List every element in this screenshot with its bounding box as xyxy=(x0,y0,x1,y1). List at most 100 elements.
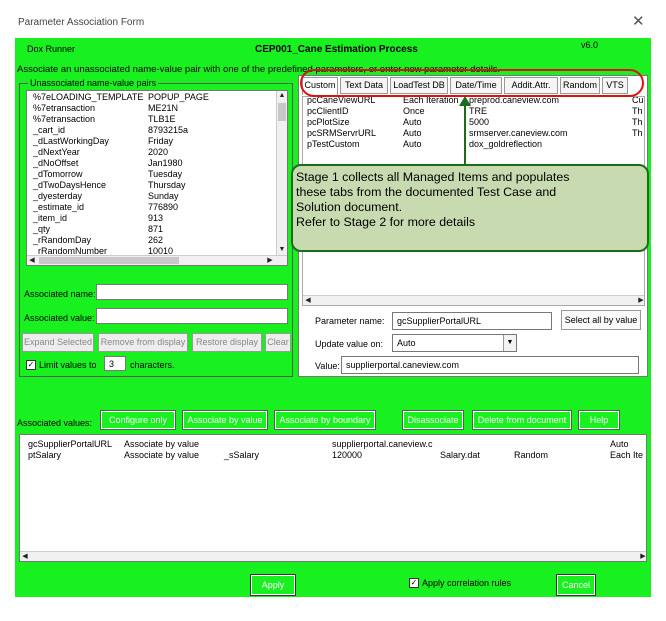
parameter-row-cell[interactable]: Auto xyxy=(403,117,422,127)
parameter-row-cell[interactable]: Th xyxy=(632,106,643,116)
scroll-left-icon[interactable]: ◀ xyxy=(20,552,30,561)
scroll-right-icon[interactable]: ▶ xyxy=(638,552,646,561)
associated-row-cell[interactable]: Each Ite xyxy=(610,450,643,460)
associated-hscroll[interactable]: ◀ ▶ xyxy=(20,551,646,561)
scroll-left-icon[interactable]: ◀ xyxy=(303,296,313,305)
restore-display-button[interactable]: Restore display xyxy=(192,333,262,352)
cancel-button[interactable]: Cancel xyxy=(556,574,596,596)
scroll-right-icon[interactable]: ▶ xyxy=(636,296,644,305)
unassociated-row-value[interactable]: 2020 xyxy=(148,147,168,157)
unassociated-row-name[interactable]: _cart_id xyxy=(33,125,65,135)
unassociated-row-name[interactable]: _rRandomDay xyxy=(33,235,91,245)
unassociated-row-value[interactable]: Sunday xyxy=(148,191,179,201)
unassociated-row-value[interactable]: POPUP_PAGE xyxy=(148,92,209,102)
chevron-down-icon[interactable]: ▼ xyxy=(503,335,516,351)
callout-line: Refer to Stage 2 for more details xyxy=(296,215,476,229)
parameter-row-cell[interactable]: Once xyxy=(403,106,425,116)
unassociated-row-name[interactable]: %7etransaction xyxy=(33,114,95,124)
unassociated-row-name[interactable]: _dTomorrow xyxy=(33,169,83,179)
scroll-thumb[interactable] xyxy=(39,257,179,264)
parameter-row-cell[interactable]: Each Iteration xyxy=(403,97,459,105)
associated-row-cell[interactable]: ptSalary xyxy=(28,450,61,460)
unassociated-row-name[interactable]: _dLastWorkingDay xyxy=(33,136,109,146)
unassociated-row-name[interactable]: _dNoOffset xyxy=(33,158,78,168)
associate-by-value-button[interactable]: Associate by value xyxy=(182,410,268,430)
associated-name-input[interactable] xyxy=(96,284,288,300)
app-name: Dox Runner xyxy=(27,44,76,54)
scroll-up-icon[interactable]: ▲ xyxy=(277,91,287,101)
correlation-rules-checkbox[interactable]: ✓ xyxy=(409,578,419,588)
clear-button[interactable]: Clear xyxy=(265,333,291,352)
associated-value-input[interactable] xyxy=(96,308,288,324)
parameter-row-cell[interactable]: Th xyxy=(632,128,643,138)
associated-row-cell[interactable]: Auto xyxy=(610,439,629,449)
associated-row-cell[interactable]: gcSupplierPortalURL xyxy=(28,439,112,449)
unassociated-row-value[interactable]: Jan1980 xyxy=(148,158,183,168)
unassociated-vscroll[interactable]: ▲ ▼ xyxy=(276,91,287,255)
unassociated-row-value[interactable]: ME21N xyxy=(148,103,178,113)
parameter-row-cell[interactable]: Auto xyxy=(403,128,422,138)
parameter-row-cell[interactable]: pcClientID xyxy=(307,106,349,116)
unassociated-row-value[interactable]: 262 xyxy=(148,235,163,245)
associated-row-cell[interactable]: supplierportal.caneview.c xyxy=(332,439,433,449)
limit-values-checkbox[interactable]: ✓ xyxy=(26,360,36,370)
apply-button[interactable]: Apply xyxy=(250,574,296,596)
parameter-row-cell[interactable]: pcPlotSize xyxy=(307,117,350,127)
callout-line: Solution document. xyxy=(296,200,403,214)
expand-selected-button[interactable]: Expand Selected xyxy=(22,333,94,352)
parameter-row-cell[interactable]: pcCaneViewURL xyxy=(307,97,375,105)
unassociated-row-value[interactable]: 776890 xyxy=(148,202,178,212)
scroll-thumb[interactable] xyxy=(278,103,286,121)
unassociated-row-value[interactable]: Tuesday xyxy=(148,169,182,179)
unassociated-row-value[interactable]: Thursday xyxy=(148,180,186,190)
limit-values-input[interactable]: 3 xyxy=(104,356,126,371)
disassociate-button[interactable]: Disassociate xyxy=(402,410,464,430)
associated-row-cell[interactable]: Associate by value xyxy=(124,439,199,449)
unassociated-row-name[interactable]: _dNextYear xyxy=(33,147,80,157)
parameter-row-cell[interactable]: Th xyxy=(632,117,643,127)
unassociated-row-value[interactable]: TLB1E xyxy=(148,114,176,124)
remove-from-display-button[interactable]: Remove from display xyxy=(98,333,188,352)
parameter-row-cell[interactable]: Auto xyxy=(403,139,422,149)
unassociated-row-name[interactable]: _dTwoDaysHence xyxy=(33,180,106,190)
delete-from-document-button[interactable]: Delete from document xyxy=(472,410,572,430)
associate-by-boundary-button[interactable]: Associate by boundary xyxy=(274,410,376,430)
parameter-row-cell[interactable]: Cu xyxy=(632,97,644,105)
unassociated-row-name[interactable]: _item_id xyxy=(33,213,67,223)
unassociated-hscroll[interactable]: ◀ ▶ xyxy=(27,255,287,265)
unassociated-row-name[interactable]: _qty xyxy=(33,224,50,234)
unassociated-row-name[interactable]: _dyesterday xyxy=(33,191,82,201)
associated-row-cell[interactable]: _sSalary xyxy=(224,450,259,460)
associated-listbox[interactable]: gcSupplierPortalURL Associate by value sup… xyxy=(19,434,647,562)
parameter-row-cell[interactable]: pcSRMServrURL xyxy=(307,128,376,138)
scroll-left-icon[interactable]: ◀ xyxy=(27,256,37,265)
configure-only-button[interactable]: Configure only xyxy=(100,410,176,430)
unassociated-row-name[interactable]: _estimate_id xyxy=(33,202,84,212)
unassociated-row-value[interactable]: 8793215a xyxy=(148,125,188,135)
unassociated-row-name[interactable]: %7eLOADING_TEMPLATE xyxy=(33,92,143,102)
update-value-label: Update value on: xyxy=(315,339,384,349)
unassociated-row-value[interactable]: Friday xyxy=(148,136,173,146)
associated-row-cell[interactable]: Salary.dat xyxy=(440,450,480,460)
select-all-by-value-button[interactable]: Select all by value xyxy=(561,310,641,330)
scroll-right-icon[interactable]: ▶ xyxy=(265,256,275,265)
parameter-row-cell[interactable]: preprod.caneview.com xyxy=(469,97,559,105)
unassociated-listbox[interactable]: %7eLOADING_TEMPLATE POPUP_PAGE %7etransact… xyxy=(26,90,288,266)
unassociated-row-value[interactable]: 913 xyxy=(148,213,163,223)
parameter-hscroll[interactable]: ◀ ▶ xyxy=(303,295,644,305)
associated-row-cell[interactable]: 120000 xyxy=(332,450,362,460)
help-button[interactable]: Help xyxy=(578,410,620,430)
update-value-select[interactable]: Auto ▼ xyxy=(392,334,517,352)
associated-row-cell[interactable]: Associate by value xyxy=(124,450,199,460)
unassociated-row-value[interactable]: 871 xyxy=(148,224,163,234)
associated-row-cell[interactable]: Random xyxy=(514,450,548,460)
unassociated-row-name[interactable]: %7etransaction xyxy=(33,103,95,113)
parameter-name-label: Parameter name: xyxy=(315,316,385,326)
parameter-row-cell[interactable]: srmserver.caneview.com xyxy=(469,128,568,138)
parameter-row-cell[interactable]: dox_goldreflection xyxy=(469,139,542,149)
parameter-row-cell[interactable]: pTestCustom xyxy=(307,139,360,149)
value-input[interactable]: supplierportal.caneview.com xyxy=(341,356,639,374)
parameter-name-input[interactable]: gcSupplierPortalURL xyxy=(392,312,552,330)
close-icon[interactable]: ✕ xyxy=(632,14,645,29)
scroll-down-icon[interactable]: ▼ xyxy=(277,245,287,255)
